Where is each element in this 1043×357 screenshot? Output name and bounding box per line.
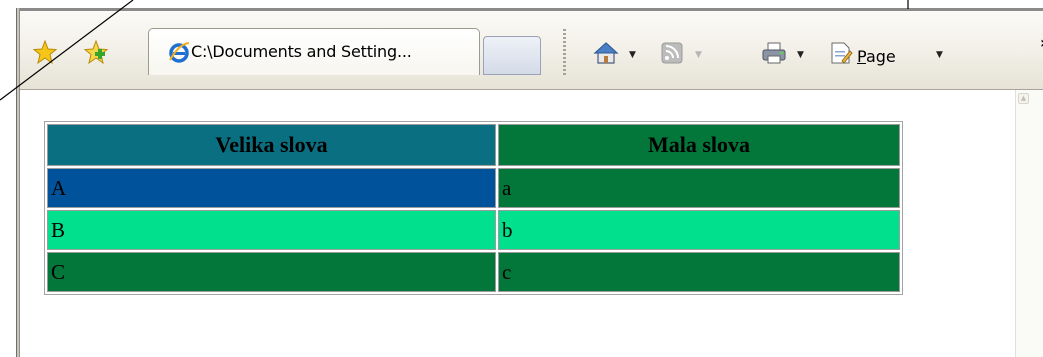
page-menu[interactable]: Page: [857, 47, 896, 66]
table-row: B b: [47, 210, 900, 250]
page-content: Velika slova Mala slova A a B b C c ▲: [20, 90, 1043, 357]
page-dropdown-arrow[interactable]: ▼: [936, 51, 943, 60]
scroll-up-arrow-icon[interactable]: ▲: [1018, 93, 1029, 104]
home-icon[interactable]: [593, 41, 619, 65]
print-dropdown-arrow[interactable]: ▼: [797, 51, 804, 60]
toolbar-grip[interactable]: [563, 29, 566, 77]
page-menu-label: age: [865, 47, 896, 66]
cell-lowercase: c: [498, 252, 900, 292]
cell-uppercase: B: [47, 210, 496, 250]
vertical-scrollbar[interactable]: ▲: [1015, 90, 1043, 357]
page-icon[interactable]: [828, 41, 854, 65]
tab-documents[interactable]: C:\Documents and Setting...: [148, 28, 480, 75]
table-row: A a: [47, 168, 900, 208]
cell-uppercase: A: [47, 168, 496, 208]
print-icon[interactable]: [761, 41, 787, 65]
feeds-dropdown-arrow[interactable]: ▼: [695, 51, 702, 60]
cell-uppercase: C: [47, 252, 496, 292]
table-row: C c: [47, 252, 900, 292]
add-favorites-icon[interactable]: [83, 39, 109, 65]
ie-page-icon: [169, 42, 190, 63]
header-mala-slova: Mala slova: [498, 124, 900, 166]
page-menu-accesskey: P: [857, 47, 866, 66]
favorites-star-icon[interactable]: [32, 39, 58, 65]
new-tab-button[interactable]: [483, 36, 541, 75]
browser-toolbar: C:\Documents and Setting... ▼ ▼ ▼ Page ▼…: [20, 11, 1043, 90]
letters-table: Velika slova Mala slova A a B b C c: [44, 121, 903, 295]
feeds-icon[interactable]: [659, 41, 685, 65]
home-dropdown-arrow[interactable]: ▼: [629, 51, 636, 60]
tab-title: C:\Documents and Setting...: [191, 42, 412, 61]
header-velika-slova: Velika slova: [47, 124, 496, 166]
cell-lowercase: b: [498, 210, 900, 250]
cell-lowercase: a: [498, 168, 900, 208]
table-header-row: Velika slova Mala slova: [47, 124, 900, 166]
